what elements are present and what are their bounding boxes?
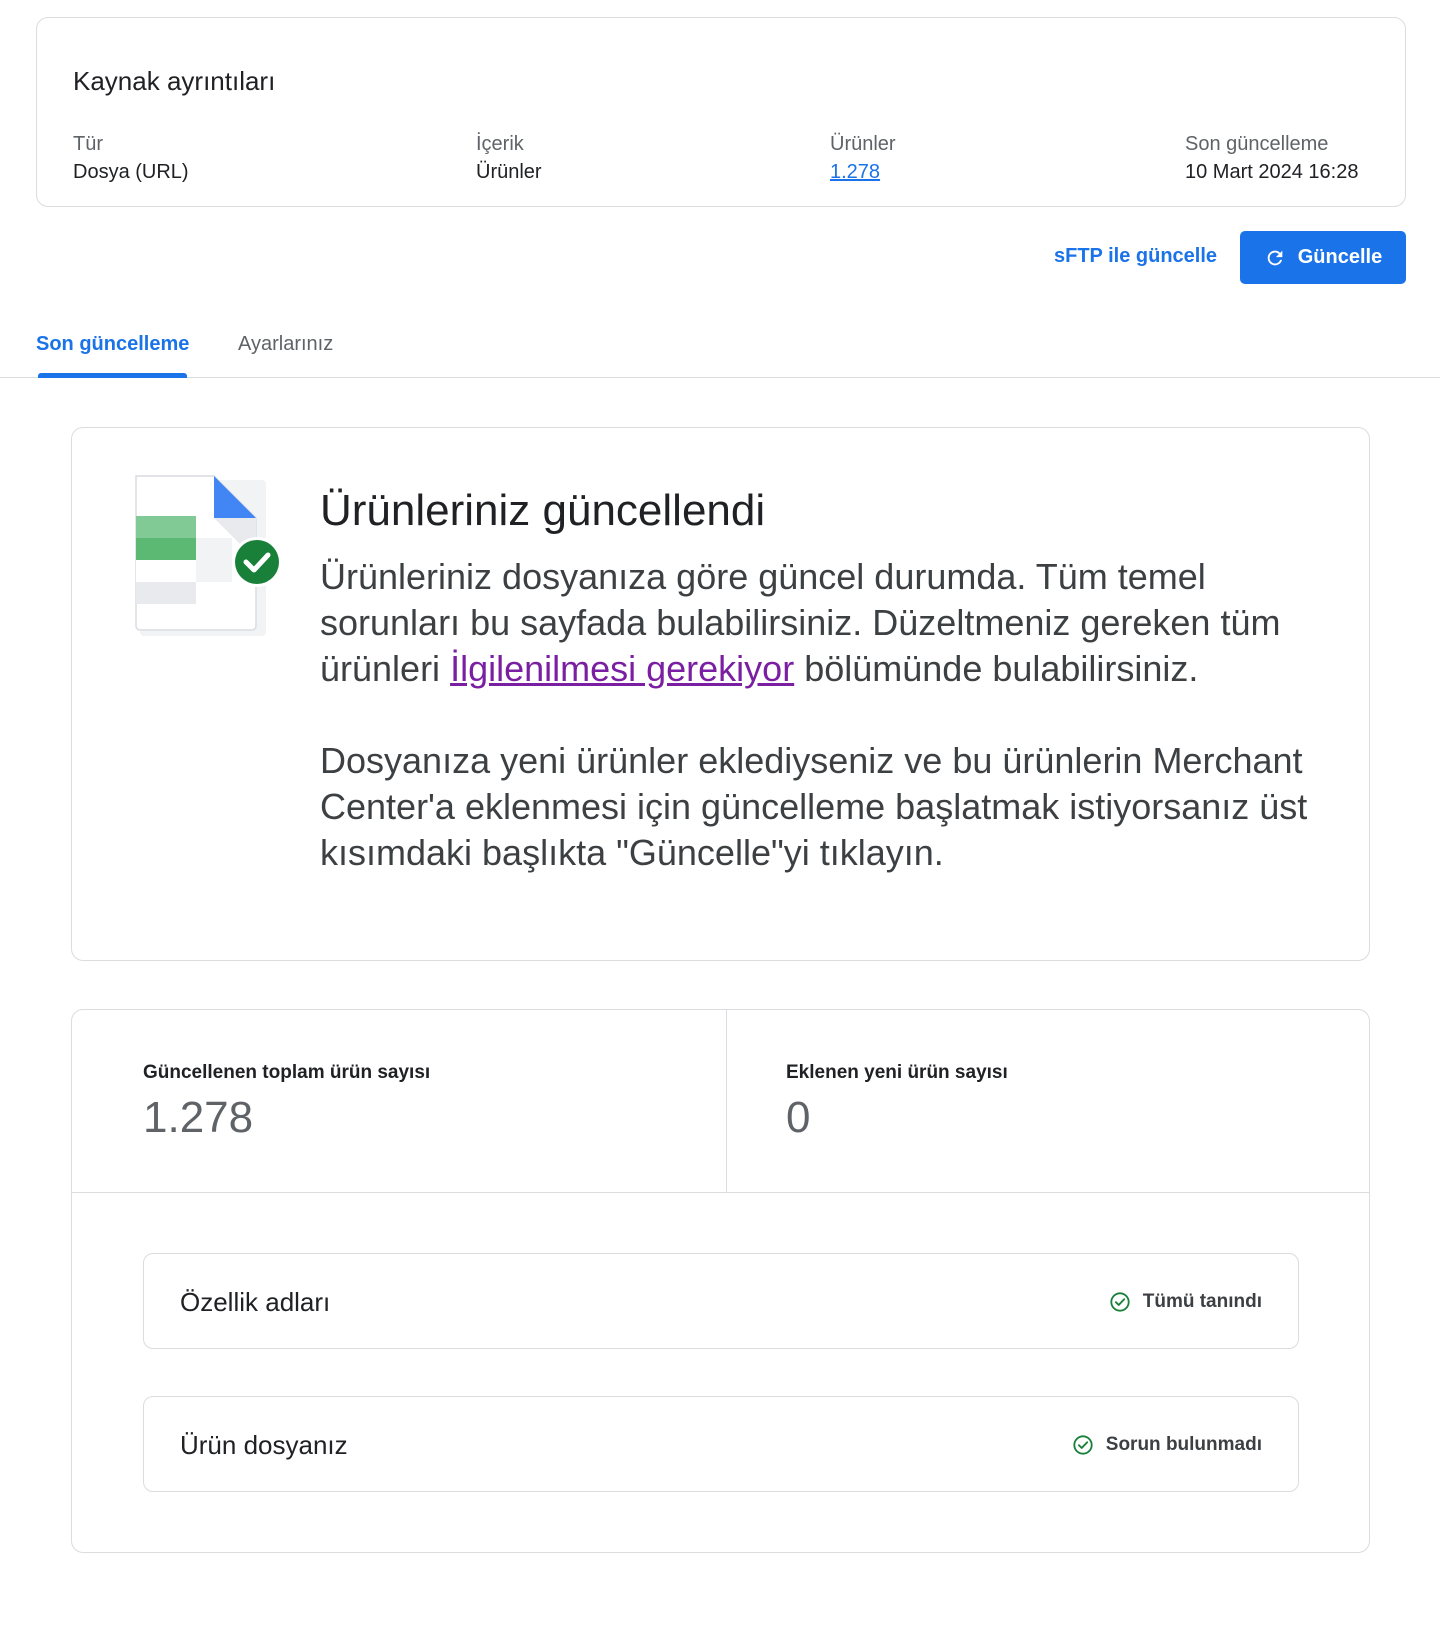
source-details-title: Kaynak ayrıntıları: [73, 66, 276, 96]
detail-last-update-value: 10 Mart 2024 16:28: [1185, 161, 1359, 183]
detail-products: Ürünler 1.278: [830, 130, 896, 186]
active-tab-indicator: [38, 373, 187, 378]
source-details-card: Kaynak ayrıntıları Tür Dosya (URL) İçeri…: [36, 17, 1406, 207]
tab-settings[interactable]: Ayarlarınız: [238, 330, 333, 358]
update-button[interactable]: Güncelle: [1240, 231, 1406, 284]
attribute-names-status-text: Tümü tanındı: [1142, 1291, 1262, 1312]
products-count-link[interactable]: 1.278: [830, 158, 896, 186]
status-description: Ürünleriniz dosyanıza göre güncel durumd…: [320, 554, 1330, 876]
status-heading: Ürünleriniz güncellendi: [320, 486, 766, 535]
product-file-status-text: Sorun bulunmadı: [1105, 1434, 1262, 1455]
status-paragraph-2: Dosyanıza yeni ürünler eklediyseniz ve b…: [320, 740, 1308, 873]
detail-content: İçerik Ürünler: [476, 130, 542, 186]
stats-divider: [726, 1010, 727, 1193]
detail-content-label: İçerik: [476, 133, 524, 155]
attribute-names-status: Tümü tanındı: [1109, 1289, 1262, 1315]
product-file-row[interactable]: Ürün dosyanız Sorun bulunmadı: [143, 1396, 1299, 1492]
detail-type: Tür Dosya (URL): [73, 130, 189, 186]
stats-card: Güncellenen toplam ürün sayısı 1.278 Ekl…: [71, 1009, 1370, 1553]
tab-last-update[interactable]: Son güncelleme: [36, 330, 189, 358]
attribute-names-row[interactable]: Özellik adları Tümü tanındı: [143, 1253, 1299, 1349]
sftp-update-link[interactable]: sFTP ile güncelle: [1054, 236, 1217, 276]
update-button-label: Güncelle: [1297, 246, 1383, 268]
detail-last-update-label: Son güncelleme: [1185, 133, 1329, 155]
needs-attention-link[interactable]: İlgilenilmesi gerekiyor: [450, 648, 794, 689]
total-updated-value: 1.278: [143, 1093, 254, 1142]
check-circle-icon: [1110, 1292, 1130, 1312]
detail-type-value: Dosya (URL): [73, 161, 189, 183]
product-file-status: Sorun bulunmadı: [1072, 1432, 1262, 1458]
detail-last-update: Son güncelleme 10 Mart 2024 16:28: [1185, 130, 1358, 186]
attribute-names-title: Özellik adları: [180, 1287, 331, 1317]
new-added-stat: Eklenen yeni ürün sayısı 0: [786, 1060, 1008, 1144]
refresh-icon: [1267, 250, 1283, 265]
detail-products-label: Ürünler: [830, 133, 896, 155]
file-updated-illustration-icon: [135, 475, 282, 636]
stats-row: Güncellenen toplam ürün sayısı 1.278 Ekl…: [72, 1010, 1369, 1193]
product-file-title: Ürün dosyanız: [180, 1430, 348, 1460]
status-paragraph-1: Ürünleriniz dosyanıza göre güncel durumd…: [320, 556, 1281, 689]
new-added-value: 0: [786, 1093, 811, 1142]
detail-type-label: Tür: [73, 133, 103, 155]
total-updated-label: Güncellenen toplam ürün sayısı: [143, 1062, 431, 1083]
total-updated-stat: Güncellenen toplam ürün sayısı 1.278: [143, 1060, 430, 1144]
new-added-label: Eklenen yeni ürün sayısı: [786, 1062, 1008, 1083]
detail-content-value: Ürünler: [476, 161, 542, 183]
tab-bar: Son güncelleme Ayarlarınız: [0, 318, 1440, 378]
update-status-card: Ürünleriniz güncellendi Ürünleriniz dosy…: [71, 427, 1370, 961]
check-circle-icon: [1073, 1435, 1093, 1455]
